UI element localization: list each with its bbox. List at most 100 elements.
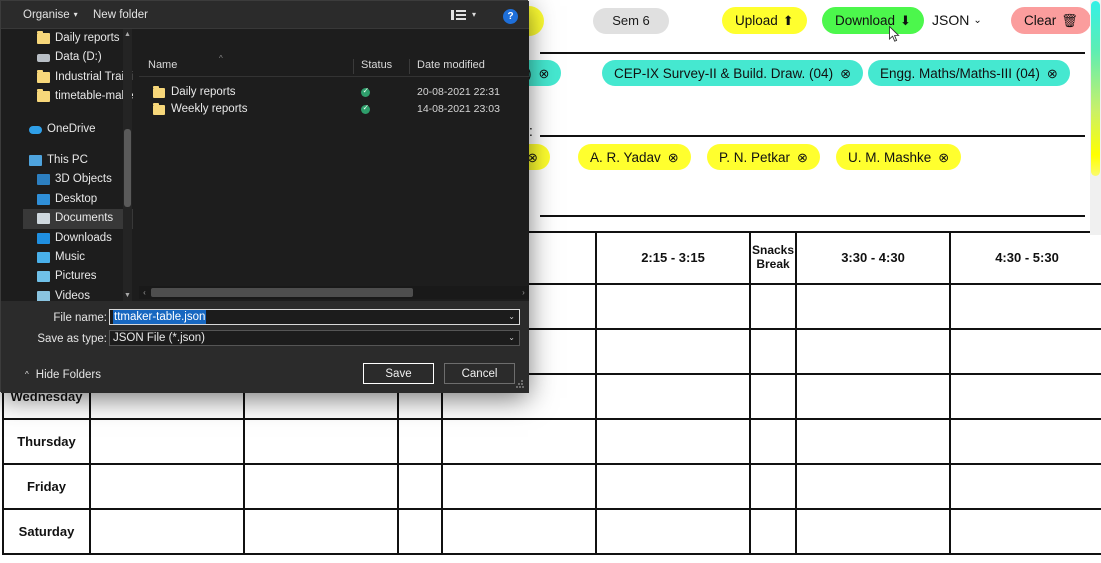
timetable-cell[interactable] (595, 328, 751, 375)
synced-icon (361, 86, 370, 97)
resize-grip-icon[interactable] (516, 380, 524, 388)
nav-scrollbar-thumb[interactable] (124, 129, 131, 207)
remove-icon[interactable]: ⊗ (668, 151, 679, 164)
organise-menu[interactable]: Organise ▾ (23, 6, 78, 24)
vertical-scrollbar[interactable] (1090, 0, 1101, 235)
chevron-down-icon[interactable]: ▾ (472, 10, 476, 19)
timetable-cell[interactable] (795, 508, 951, 555)
column-header-date[interactable]: Date modified (417, 59, 485, 71)
remove-icon[interactable]: ⊗ (938, 151, 949, 164)
timetable-cell[interactable] (949, 508, 1101, 555)
hscrollbar-thumb[interactable] (151, 288, 413, 297)
save-as-type-value: JSON File (*.json) (113, 332, 206, 344)
timetable-cell[interactable] (441, 463, 597, 510)
timetable-cell[interactable] (795, 328, 951, 375)
file-list-item[interactable]: Weekly reports 14-08-2021 23:03 (139, 102, 529, 119)
nav-item-downloads[interactable]: Downloads (23, 229, 133, 248)
nav-item-daily-reports[interactable]: Daily reports (23, 29, 133, 48)
nav-item-documents[interactable]: Documents (23, 209, 133, 229)
teacher-chip[interactable]: A. R. Yadav ⊗ (578, 144, 691, 170)
timetable-col-slot-4: 2:15 - 3:15 (595, 231, 751, 285)
timetable-cell[interactable] (595, 373, 751, 420)
timetable-cell[interactable] (441, 508, 597, 555)
timetable-cell[interactable] (441, 418, 597, 465)
save-as-type-select[interactable]: JSON File (*.json) ⌄ (109, 330, 520, 346)
upload-icon: ⬆ (782, 13, 794, 28)
download-button[interactable]: Download ⬇ (822, 7, 924, 34)
timetable-cell[interactable] (243, 418, 399, 465)
chevron-down-icon[interactable]: ⌄ (508, 310, 515, 324)
column-header-name[interactable]: Name (148, 59, 177, 71)
course-chip[interactable]: CEP-IX Survey-II & Build. Draw. (04) ⊗ (602, 60, 863, 86)
nav-item-desktop[interactable]: Desktop (23, 190, 133, 209)
timetable-cell[interactable] (949, 418, 1101, 465)
timetable-cell[interactable] (595, 508, 751, 555)
nav-item-data-d[interactable]: Data (D:) (23, 48, 133, 67)
format-select[interactable]: JSON ⌄ (932, 9, 982, 31)
timetable-cell[interactable] (949, 463, 1101, 510)
timetable-cell[interactable] (595, 283, 751, 330)
nav-item-videos[interactable]: Videos (23, 287, 133, 301)
clear-button[interactable]: Clear 🗑 (1011, 7, 1091, 34)
table-row: Friday (2, 463, 1101, 510)
timetable-cell[interactable] (243, 508, 399, 555)
nav-item-timetable-maker[interactable]: timetable-maker (23, 87, 133, 106)
semester-button[interactable]: Sem 6 (593, 8, 669, 34)
nav-item-3d-objects[interactable]: 3D Objects (23, 170, 133, 189)
timetable-cell[interactable] (795, 463, 951, 510)
cancel-button[interactable]: Cancel (444, 363, 515, 384)
folder-icon (153, 103, 165, 115)
timetable-cell[interactable] (595, 418, 751, 465)
timetable-cell[interactable] (89, 418, 245, 465)
scroll-down-icon[interactable]: ▼ (123, 290, 132, 301)
timetable-cell[interactable] (89, 463, 245, 510)
view-list-icon[interactable] (451, 10, 467, 22)
table-row: Saturday (2, 508, 1101, 555)
scroll-right-icon[interactable]: › (518, 286, 529, 299)
save-button[interactable]: Save (363, 363, 434, 384)
nav-item-this-pc[interactable]: This PC (23, 151, 133, 170)
timetable-cell[interactable] (795, 418, 951, 465)
nav-item-industrial-training[interactable]: Industrial Trainin (23, 68, 133, 87)
format-label: JSON (932, 12, 970, 28)
upload-button[interactable]: Upload ⬆ (722, 7, 807, 34)
nav-item-onedrive[interactable]: OneDrive (23, 120, 133, 139)
dialog-body: Daily reports Data (D:) Industrial Train… (1, 29, 529, 301)
help-icon[interactable]: ? (503, 9, 518, 24)
nav-item-label: timetable-maker (55, 90, 133, 103)
teacher-chip[interactable]: U. M. Mashke ⊗ (836, 144, 962, 170)
file-list-horizontal-scrollbar[interactable]: ‹ › (139, 286, 529, 299)
course-chip[interactable]: Engg. Maths/Maths-III (04) ⊗ (868, 60, 1070, 86)
new-folder-button[interactable]: New folder (93, 6, 148, 24)
vertical-scrollbar-thumb[interactable] (1091, 1, 1100, 176)
remove-icon[interactable]: ⊗ (797, 151, 808, 164)
remove-icon[interactable]: ⊗ (840, 67, 851, 80)
nav-pane-scrollbar[interactable]: ▲ ▼ (123, 29, 132, 301)
clear-label: Clear (1024, 13, 1057, 28)
organise-label: Organise (23, 9, 70, 21)
nav-item-pictures[interactable]: Pictures (23, 267, 133, 286)
file-list-header: Name Status Date modified (139, 59, 529, 77)
timetable-cell[interactable] (949, 373, 1101, 420)
timetable-cell[interactable] (949, 328, 1101, 375)
timetable-cell[interactable] (89, 508, 245, 555)
timetable-cell[interactable] (595, 463, 751, 510)
teacher-chip[interactable]: P. N. Petkar ⊗ (707, 144, 820, 170)
timetable-cell[interactable] (949, 283, 1101, 330)
pictures-icon (37, 271, 50, 283)
scroll-left-icon[interactable]: ‹ (139, 286, 150, 299)
timetable-cell[interactable] (795, 373, 951, 420)
timetable-cell[interactable] (795, 283, 951, 330)
file-name-input[interactable]: ttmaker-table.json ⌄ (109, 309, 520, 325)
chevron-down-icon[interactable]: ⌄ (508, 331, 515, 345)
remove-icon[interactable]: ⊗ (539, 67, 550, 80)
scroll-up-icon[interactable]: ▲ (123, 29, 132, 40)
timetable-cell[interactable] (243, 463, 399, 510)
hide-folders-button[interactable]: ^ Hide Folders (25, 369, 101, 381)
remove-icon[interactable]: ⊗ (1047, 67, 1058, 80)
folder-icon (37, 31, 50, 44)
column-header-status[interactable]: Status (361, 59, 392, 71)
file-list-item[interactable]: Daily reports 20-08-2021 22:31 (139, 85, 529, 102)
nav-item-label: Pictures (55, 270, 97, 283)
nav-item-music[interactable]: Music (23, 248, 133, 267)
